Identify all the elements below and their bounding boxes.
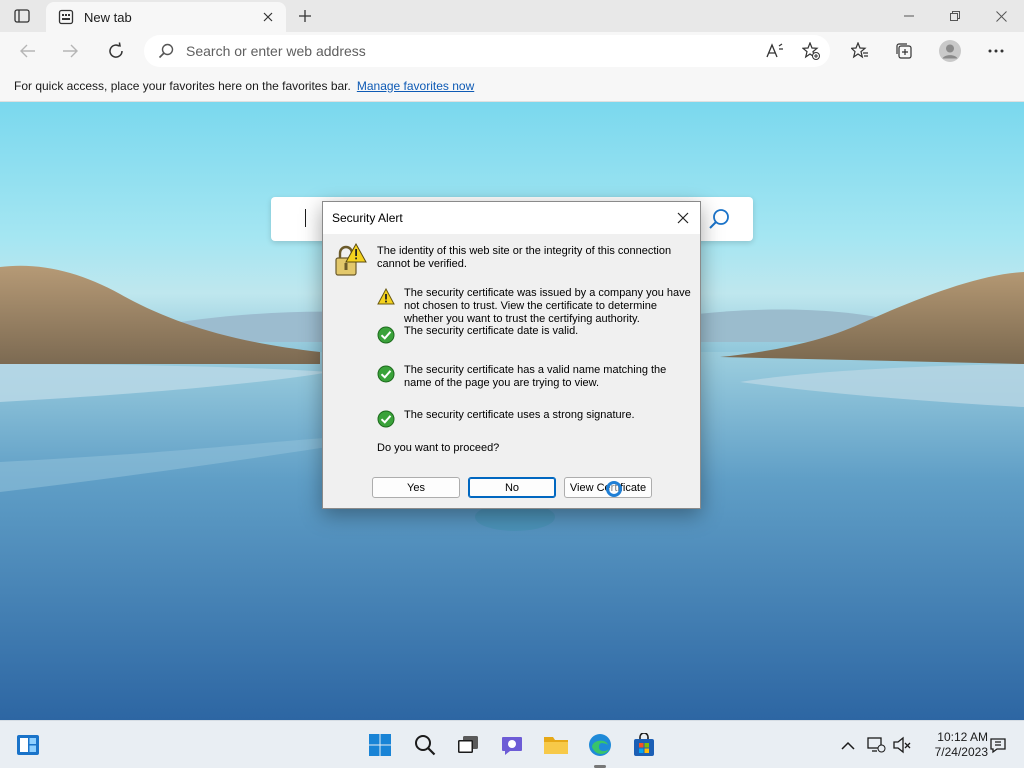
check-icon bbox=[377, 410, 395, 428]
restore-icon bbox=[950, 11, 960, 21]
avatar-icon bbox=[939, 40, 961, 62]
network-status-button[interactable] bbox=[866, 735, 886, 755]
close-icon bbox=[995, 10, 1007, 22]
favorites-bar: For quick access, place your favorites h… bbox=[0, 70, 1024, 102]
start-button[interactable] bbox=[366, 731, 394, 759]
navigation-toolbar bbox=[0, 32, 1024, 70]
search-button[interactable] bbox=[411, 731, 439, 759]
tab-close-button[interactable] bbox=[256, 5, 280, 29]
check-icon bbox=[377, 326, 395, 344]
tab-actions-icon bbox=[14, 9, 30, 23]
certificate-check-item: The security certificate date is valid. bbox=[377, 325, 697, 344]
settings-more-button[interactable] bbox=[982, 37, 1010, 65]
web-search-button[interactable] bbox=[707, 207, 731, 231]
minimize-icon bbox=[904, 15, 914, 17]
task-view-button[interactable] bbox=[454, 731, 482, 759]
restore-button[interactable] bbox=[932, 2, 978, 30]
certificate-check-text: The security certificate was issued by a… bbox=[404, 287, 691, 325]
widgets-icon bbox=[17, 735, 39, 755]
lock-warning-icon bbox=[335, 242, 367, 276]
widgets-button[interactable] bbox=[14, 731, 42, 759]
chat-icon bbox=[502, 737, 522, 755]
store-icon bbox=[634, 733, 654, 756]
task-view-icon bbox=[458, 736, 478, 753]
microsoft-store-button[interactable] bbox=[630, 731, 658, 759]
volume-muted-icon bbox=[893, 736, 911, 754]
minimize-button[interactable] bbox=[886, 2, 932, 30]
tab-title: New tab bbox=[84, 9, 132, 25]
certificate-check-item: The security certificate uses a strong s… bbox=[377, 409, 697, 428]
refresh-button[interactable] bbox=[102, 37, 130, 65]
dialog-close-button[interactable] bbox=[668, 204, 698, 232]
dialog-question: Do you want to proceed? bbox=[377, 442, 500, 454]
forward-button[interactable] bbox=[56, 37, 84, 65]
mouse-cursor-indicator bbox=[606, 481, 622, 497]
certificate-check-text: The security certificate date is valid. bbox=[404, 325, 579, 337]
plus-icon bbox=[299, 10, 311, 22]
certificate-check-item: The security certificate was issued by a… bbox=[377, 287, 697, 326]
new-tab-button[interactable] bbox=[292, 4, 318, 28]
refresh-icon bbox=[109, 42, 123, 58]
address-bar[interactable] bbox=[144, 35, 830, 67]
warning-icon bbox=[377, 288, 395, 305]
edge-icon bbox=[589, 734, 611, 756]
taskbar: 10:12 AM 7/24/2023 bbox=[0, 720, 1024, 768]
search-icon bbox=[415, 735, 436, 756]
read-aloud-icon bbox=[766, 43, 783, 58]
notifications-button[interactable] bbox=[988, 735, 1008, 755]
back-arrow-icon bbox=[20, 44, 35, 58]
certificate-check-item: The security certificate has a valid nam… bbox=[377, 364, 697, 390]
check-icon bbox=[377, 365, 395, 383]
tab-new-tab[interactable]: New tab bbox=[46, 2, 286, 32]
manage-favorites-link[interactable]: Manage favorites now bbox=[357, 79, 474, 93]
show-hidden-icons-button[interactable] bbox=[838, 735, 858, 755]
more-horizontal-icon bbox=[988, 49, 1004, 53]
clock-time: 10:12 AM bbox=[937, 730, 988, 744]
no-button[interactable]: No bbox=[468, 477, 556, 498]
close-icon bbox=[263, 12, 273, 22]
close-icon bbox=[677, 212, 689, 224]
chevron-up-icon bbox=[841, 741, 855, 750]
collections-icon bbox=[896, 43, 912, 59]
back-button[interactable] bbox=[14, 37, 42, 65]
edge-browser-button[interactable] bbox=[586, 731, 614, 759]
add-favorite-button[interactable] bbox=[800, 40, 822, 62]
folder-icon bbox=[544, 737, 568, 754]
favorites-bar-message: For quick access, place your favorites h… bbox=[14, 78, 351, 93]
tab-actions-button[interactable] bbox=[12, 7, 32, 25]
dialog-intro-text: The identity of this web site or the int… bbox=[377, 245, 672, 270]
file-explorer-button[interactable] bbox=[542, 731, 570, 759]
system-clock[interactable]: 10:12 AM 7/24/2023 bbox=[918, 730, 988, 760]
forward-arrow-icon bbox=[63, 44, 78, 58]
text-caret bbox=[305, 209, 306, 227]
search-icon bbox=[709, 209, 729, 229]
dialog-titlebar[interactable]: Security Alert bbox=[323, 202, 700, 234]
search-icon bbox=[156, 41, 176, 61]
read-aloud-button[interactable] bbox=[764, 40, 786, 62]
address-input[interactable] bbox=[186, 43, 746, 59]
certificate-check-text: The security certificate has a valid nam… bbox=[404, 364, 667, 389]
windows-logo-icon bbox=[369, 734, 391, 756]
notification-icon bbox=[990, 738, 1006, 754]
favorites-button[interactable] bbox=[846, 37, 874, 65]
window-close-button[interactable] bbox=[978, 2, 1024, 30]
tab-strip: New tab bbox=[0, 0, 1024, 32]
new-tab-page-icon bbox=[58, 9, 74, 25]
volume-button[interactable] bbox=[892, 735, 912, 755]
certificate-check-text: The security certificate uses a strong s… bbox=[404, 409, 635, 421]
chat-button[interactable] bbox=[498, 731, 526, 759]
profile-button[interactable] bbox=[936, 37, 964, 65]
dialog-title: Security Alert bbox=[332, 211, 403, 225]
security-alert-dialog: Security Alert The identity of this web … bbox=[322, 201, 701, 509]
favorites-icon bbox=[851, 42, 868, 59]
collections-button[interactable] bbox=[890, 37, 918, 65]
yes-button[interactable]: Yes bbox=[372, 477, 460, 498]
clock-date: 7/24/2023 bbox=[934, 745, 988, 759]
network-icon bbox=[867, 737, 886, 753]
star-add-icon bbox=[802, 42, 820, 60]
